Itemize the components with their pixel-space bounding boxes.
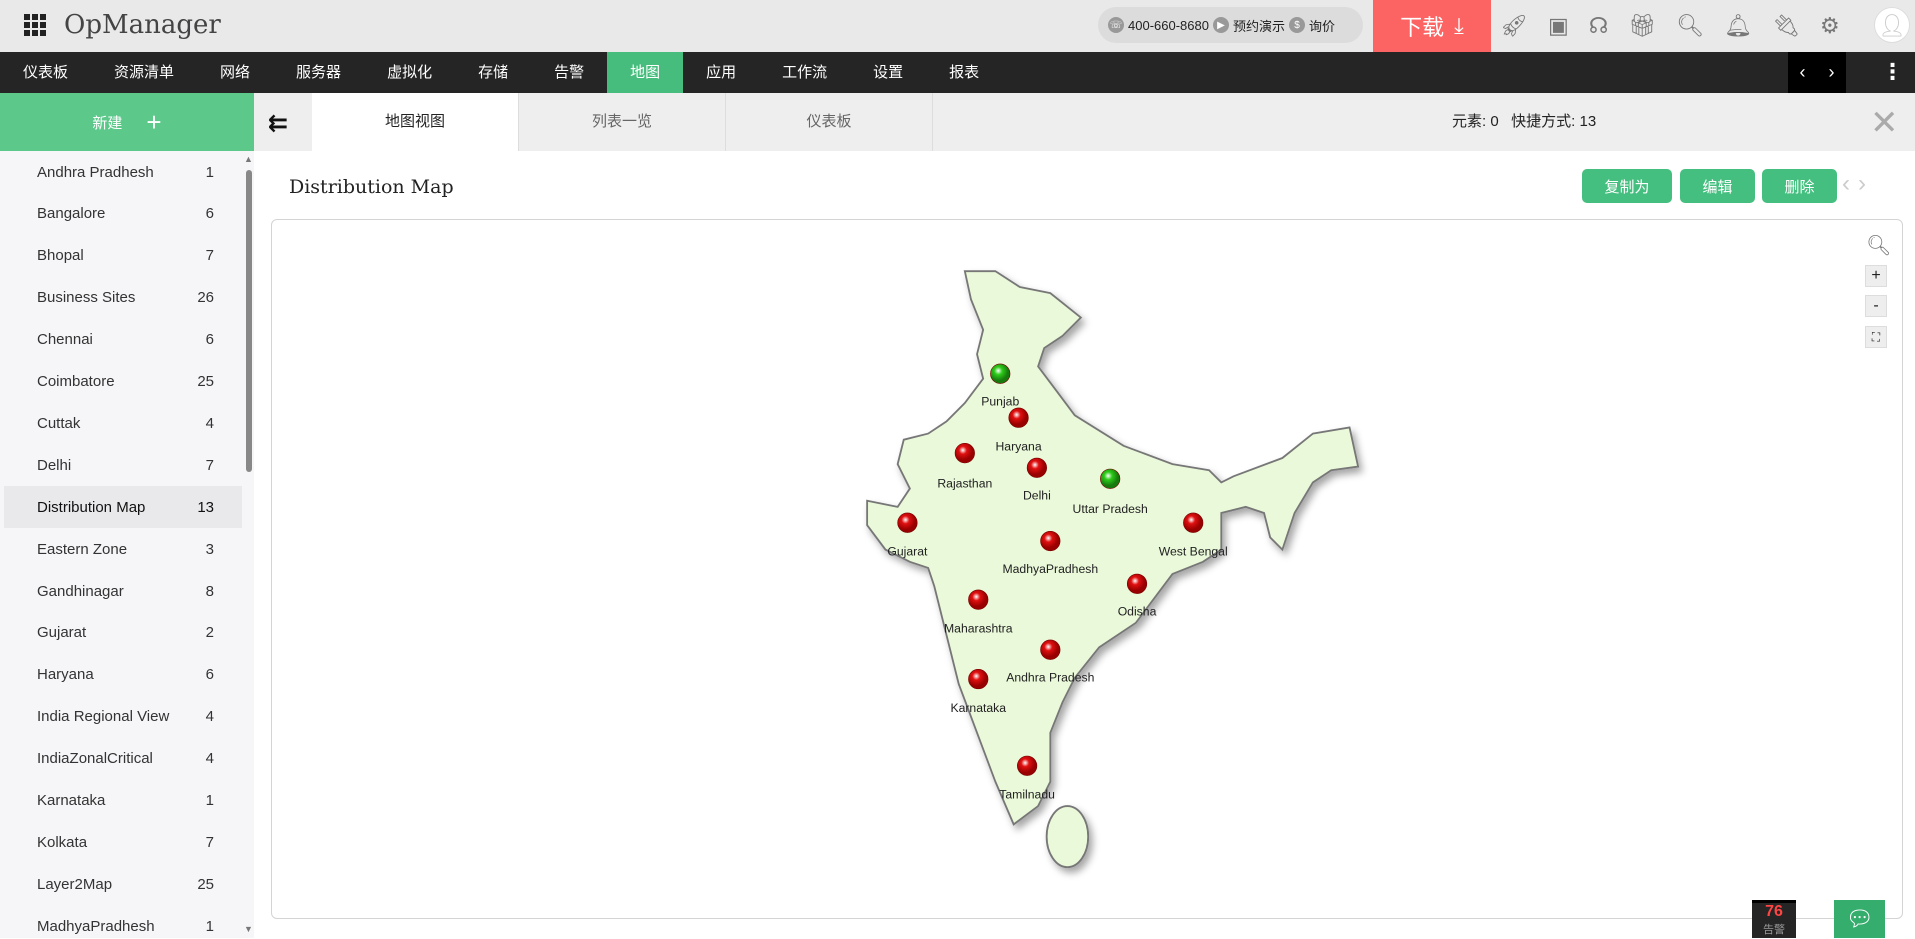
map-marker-label[interactable]: Tamilnadu xyxy=(999,788,1055,802)
map-marker-madhyapradhesh[interactable] xyxy=(1040,530,1061,552)
map-marker-tamilnadu[interactable] xyxy=(1017,755,1038,776)
map-marker-andhra-pradesh[interactable] xyxy=(1040,639,1061,660)
map-marker-label[interactable]: Haryana xyxy=(995,440,1041,454)
zoom-out-button[interactable]: - xyxy=(1865,295,1887,317)
map-marker-label[interactable]: Rajasthan xyxy=(937,476,992,490)
map-marker-label[interactable]: Maharashtra xyxy=(944,622,1013,636)
map-marker-label[interactable]: Uttar Pradesh xyxy=(1073,502,1148,516)
map-marker-label[interactable]: Delhi xyxy=(1023,489,1051,503)
alarm-label: 告警 xyxy=(1763,924,1785,936)
map-marker-odisha[interactable] xyxy=(1126,573,1148,594)
map-marker-rajasthan[interactable] xyxy=(954,443,975,464)
map-marker-gujarat[interactable] xyxy=(897,512,918,533)
map-marker-uttar-pradesh[interactable] xyxy=(1100,468,1121,489)
map-marker-punjab[interactable] xyxy=(990,363,1011,384)
map-marker-haryana[interactable] xyxy=(1008,407,1029,428)
india-outline xyxy=(866,270,1360,869)
map-marker-label[interactable]: MadhyaPradhesh xyxy=(1002,562,1098,576)
map-marker-west-bengal[interactable] xyxy=(1183,512,1204,533)
map-marker-label[interactable]: Gujarat xyxy=(887,545,928,559)
alarm-count: 76 xyxy=(1765,903,1783,920)
alarm-badge[interactable]: 76 告警 xyxy=(1752,900,1796,938)
zoom-in-button[interactable]: + xyxy=(1865,265,1887,287)
map-marker-label[interactable]: Andhra Pradesh xyxy=(1006,671,1094,685)
fullscreen-button[interactable]: ⛶ xyxy=(1865,326,1887,348)
india-map: Punjab Haryana Rajasthan Delhi Uttar Pradesh… xyxy=(866,270,1360,869)
map-marker-label[interactable]: Karnataka xyxy=(950,701,1006,715)
map-marker-delhi[interactable] xyxy=(1026,457,1047,478)
chat-icon[interactable]: 💬︎ xyxy=(1834,900,1885,938)
map-marker-label[interactable]: Punjab xyxy=(981,394,1019,408)
map-marker-karnataka[interactable] xyxy=(968,668,989,690)
map-marker-label[interactable]: West Bengal xyxy=(1159,545,1228,559)
search-map-icon[interactable]: 🔍︎ xyxy=(1866,233,1891,258)
map-marker-maharashtra[interactable] xyxy=(968,589,989,610)
map-marker-label[interactable]: Odisha xyxy=(1118,605,1157,619)
